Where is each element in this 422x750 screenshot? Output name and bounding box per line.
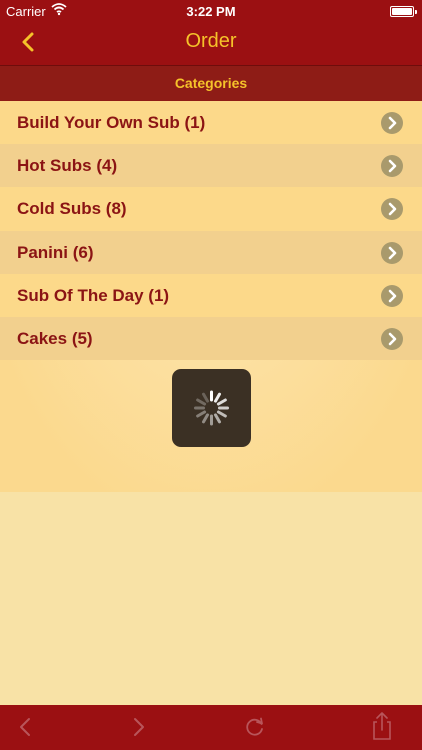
chevron-right-icon[interactable] [381,112,403,134]
loading-indicator [172,369,251,447]
section-header-label: Categories [174,75,248,91]
share-icon[interactable] [370,711,394,741]
category-label: Cold Subs (8) [17,199,127,219]
category-list: Build Your Own Sub (1) Hot Subs (4) Cold… [0,101,422,361]
categories-section-header: Categories [0,65,422,101]
bottom-toolbar [0,705,422,750]
category-label: Build Your Own Sub (1) [17,113,206,132]
chevron-right-icon[interactable] [381,327,403,350]
category-row-panini[interactable]: Panini (6) [0,230,422,274]
status-bar: Carrier 3:22 PM [0,0,422,22]
forward-arrow-icon[interactable] [126,715,150,739]
category-row-hot-subs[interactable]: Hot Subs (4) [0,144,422,188]
spinner-icon [194,390,229,426]
category-row-build-your-own-sub[interactable]: Build Your Own Sub (1) [0,101,422,145]
chevron-right-icon[interactable] [381,241,403,264]
category-row-cold-subs[interactable]: Cold Subs (8) [0,187,422,231]
refresh-icon[interactable] [243,715,267,739]
navigation-bar: Order [0,22,422,65]
chevron-right-icon[interactable] [381,198,403,221]
category-label: Hot Subs (4) [17,156,118,176]
back-arrow-icon[interactable] [14,715,38,739]
category-label: Sub Of The Day (1) [17,285,170,305]
category-label: Panini (6) [17,242,94,262]
category-label: Cakes (5) [17,328,93,348]
category-row-cakes[interactable]: Cakes (5) [0,316,422,361]
status-time: 3:22 PM [186,4,236,19]
battery-icon [390,6,417,17]
chevron-right-icon[interactable] [381,284,403,307]
chevron-right-icon[interactable] [381,155,403,178]
category-row-sub-of-the-day[interactable]: Sub Of The Day (1) [0,273,422,317]
page-title: Order [185,30,237,52]
